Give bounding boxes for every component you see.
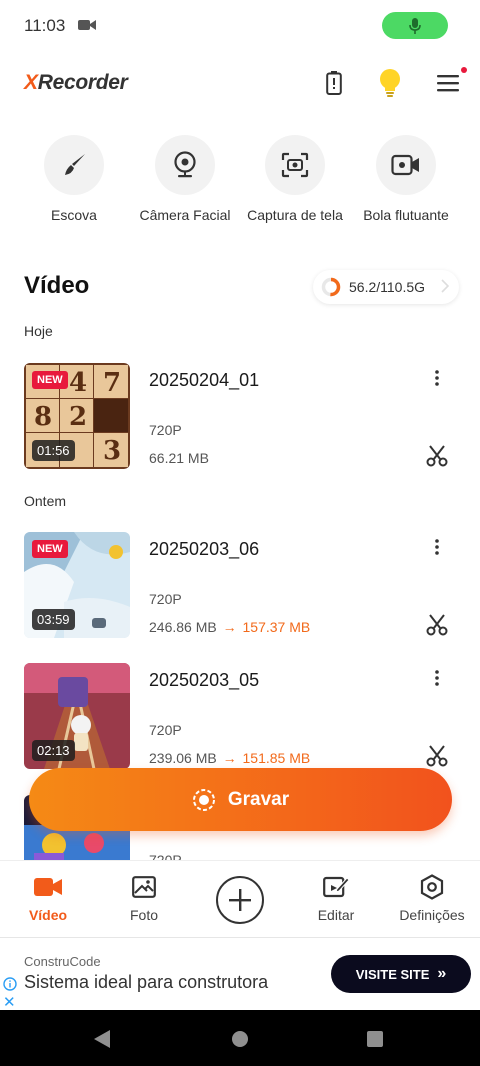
- nav-photo[interactable]: Foto: [96, 873, 192, 923]
- webcam-icon: [174, 151, 196, 178]
- record-button[interactable]: Gravar: [29, 768, 452, 831]
- ad-close-icon[interactable]: ✕: [3, 993, 16, 1011]
- battery-icon[interactable]: [319, 68, 349, 98]
- more-vertical-icon: [435, 670, 439, 686]
- home-icon[interactable]: [232, 1031, 248, 1047]
- nav-settings[interactable]: Definições: [384, 873, 480, 923]
- tool-label: Captura de tela: [247, 207, 343, 223]
- video-item[interactable]: 02:13 20250203_05 720P 239.06 MB → 151.8…: [0, 663, 480, 769]
- nav-label: Vídeo: [28, 907, 68, 923]
- settings-icon: [420, 874, 444, 900]
- svg-text:7: 7: [103, 368, 121, 398]
- tool-floating-ball[interactable]: Bola flutuante: [346, 135, 466, 223]
- app-header: XRecorder: [0, 62, 480, 106]
- nav-edit[interactable]: Editar: [288, 873, 384, 923]
- video-duration: 01:56: [32, 440, 75, 461]
- record-label: Gravar: [227, 788, 290, 810]
- scissors-icon: [426, 445, 448, 467]
- video-duration: 03:59: [32, 609, 75, 630]
- svg-text:8: 8: [34, 402, 52, 432]
- video-duration: 02:13: [32, 740, 75, 761]
- video-size: 246.86 MB → 157.37 MB: [149, 619, 311, 635]
- microphone-icon: [409, 17, 421, 34]
- hamburger-menu-icon: [437, 75, 459, 92]
- tool-screenshot[interactable]: Captura de tela: [235, 135, 355, 223]
- storage-indicator[interactable]: 56.2/110.5G: [313, 270, 459, 304]
- record-icon: [192, 788, 215, 811]
- lightbulb-icon[interactable]: [375, 68, 405, 98]
- group-label-yesterday: Ontem: [24, 493, 67, 509]
- edit-icon: [323, 876, 349, 898]
- new-badge: NEW: [32, 371, 68, 389]
- svg-text:4: 4: [69, 368, 87, 398]
- menu-button[interactable]: [433, 67, 467, 98]
- system-navigation-bar: [0, 1010, 480, 1066]
- video-size: 239.06 MB → 151.85 MB: [149, 750, 311, 766]
- video-resolution: 720P: [149, 422, 182, 438]
- nav-video[interactable]: Vídeo: [0, 873, 96, 923]
- nav-label: Editar: [317, 907, 355, 923]
- tool-shortcuts: Escova Câmera Facial Captura de tela Bol…: [0, 135, 480, 235]
- more-options-button[interactable]: [426, 536, 448, 558]
- add-icon: [229, 889, 251, 911]
- double-chevron-icon: »: [437, 965, 447, 982]
- status-bar: 11:03: [0, 0, 480, 52]
- video-camera-icon: [34, 878, 62, 896]
- bottom-navigation: Vídeo Foto Editar Definições: [0, 860, 480, 936]
- more-options-button[interactable]: [426, 667, 448, 689]
- video-title: 20250204_01: [149, 370, 260, 390]
- scissors-icon: [426, 745, 448, 767]
- screen-record-status-icon: [78, 18, 96, 37]
- chevron-right-icon: [441, 279, 450, 298]
- recent-apps-icon[interactable]: [367, 1031, 383, 1047]
- video-item[interactable]: 4 7 8 2 3 NEW 01:56 20250204_01 720P 66.…: [0, 363, 480, 469]
- group-label-today: Hoje: [24, 323, 53, 339]
- notification-dot: [461, 67, 467, 73]
- trim-button[interactable]: [424, 443, 450, 469]
- scissors-icon: [426, 614, 448, 636]
- video-resolution: 720P: [149, 722, 182, 738]
- tool-label: Escova: [51, 207, 97, 223]
- trim-button[interactable]: [424, 612, 450, 638]
- status-time: 11:03: [24, 16, 66, 35]
- ad-brand: ConstruCode: [24, 954, 101, 969]
- back-icon[interactable]: [94, 1030, 110, 1048]
- ad-headline: Sistema ideal para construtora: [24, 972, 269, 992]
- floating-camera-icon: [391, 154, 419, 176]
- video-title: 20250203_06: [149, 539, 260, 559]
- nav-add-button[interactable]: [216, 876, 264, 924]
- video-resolution: 720P: [149, 852, 182, 860]
- microphone-active-indicator[interactable]: [382, 12, 448, 39]
- ad-visit-site-button[interactable]: VISITE SITE»: [331, 955, 471, 993]
- tool-label: Câmera Facial: [139, 207, 231, 223]
- nav-label: Definições: [399, 907, 465, 923]
- svg-text:2: 2: [69, 402, 87, 432]
- tool-face-camera[interactable]: Câmera Facial: [125, 135, 245, 223]
- storage-text: 56.2/110.5G: [349, 279, 426, 295]
- new-badge: NEW: [32, 540, 68, 558]
- more-vertical-icon: [435, 539, 439, 555]
- nav-label: Foto: [129, 907, 158, 923]
- section-title: Vídeo: [24, 272, 90, 299]
- storage-ring-icon: [321, 277, 341, 297]
- more-options-button[interactable]: [426, 367, 448, 389]
- photo-icon: [132, 876, 156, 898]
- video-thumbnail[interactable]: 02:13: [24, 663, 130, 769]
- video-size: 66.21 MB: [149, 450, 209, 466]
- video-item[interactable]: NEW 03:59 20250203_06 720P 246.86 MB → 1…: [0, 532, 480, 638]
- brush-icon: [65, 154, 85, 175]
- tool-label: Bola flutuante: [363, 207, 449, 223]
- ad-banner[interactable]: ConstruCode Sistema ideal para construto…: [0, 937, 480, 1011]
- video-title: 20250203_05: [149, 670, 260, 690]
- svg-text:3: 3: [103, 436, 121, 466]
- app-logo: XRecorder: [24, 71, 128, 94]
- video-thumbnail[interactable]: NEW 03:59: [24, 532, 130, 638]
- video-thumbnail[interactable]: 4 7 8 2 3 NEW 01:56: [24, 363, 130, 469]
- more-vertical-icon: [435, 370, 439, 386]
- screenshot-icon: [281, 152, 309, 178]
- video-resolution: 720P: [149, 591, 182, 607]
- tool-brush[interactable]: Escova: [14, 135, 134, 223]
- trim-button[interactable]: [424, 743, 450, 769]
